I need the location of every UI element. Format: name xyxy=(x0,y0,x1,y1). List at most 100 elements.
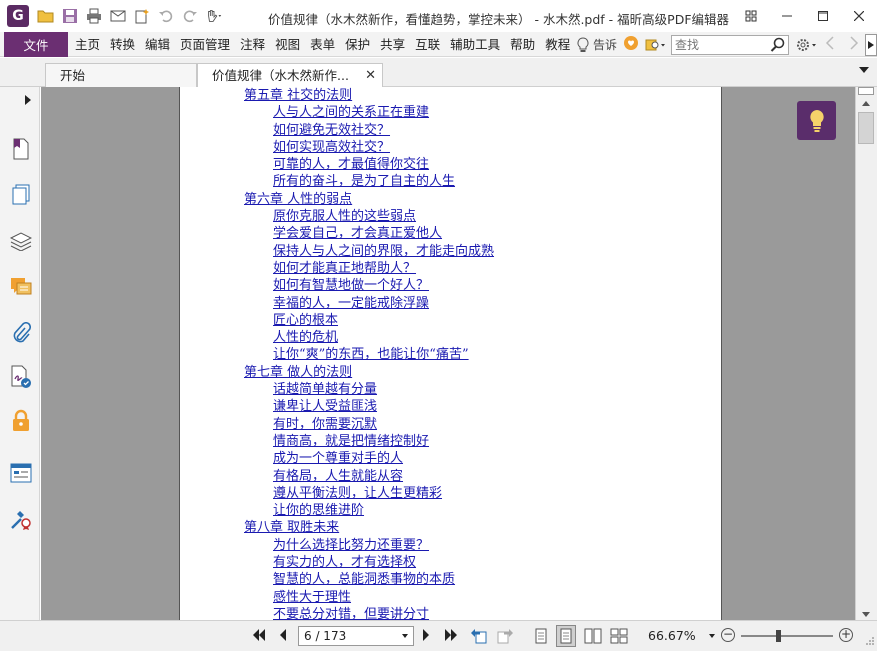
split-view-handle[interactable] xyxy=(858,87,874,95)
zoom-slider-thumb[interactable] xyxy=(775,630,781,642)
save-icon[interactable] xyxy=(61,7,79,25)
toc-section-link[interactable]: 感性大于理性 xyxy=(244,589,494,606)
toc-section-link[interactable]: 保持人与人之间的界限，才能走向成熟 xyxy=(244,243,494,260)
toc-section-link[interactable]: 话越简单越有分量 xyxy=(244,381,494,398)
layers-icon[interactable] xyxy=(9,229,33,253)
previous-page-icon[interactable] xyxy=(278,628,288,642)
signature-panel-icon[interactable] xyxy=(9,365,33,389)
next-view-icon[interactable] xyxy=(496,628,514,644)
toc-section-link[interactable]: 如何实现高效社交？ xyxy=(244,139,494,156)
toc-chapter-link[interactable]: 第八章 取胜未来 xyxy=(244,519,494,536)
menu-help[interactable]: 帮助 xyxy=(505,32,540,57)
toc-section-link[interactable]: 学会爱自己，才会真正爱他人 xyxy=(244,225,494,242)
search-field[interactable] xyxy=(671,34,789,55)
previous-view-icon[interactable] xyxy=(470,628,488,644)
open-folder-icon[interactable] xyxy=(37,7,55,25)
menu-tutorial[interactable]: 教程 xyxy=(540,32,575,57)
menu-organize[interactable]: 页面管理 xyxy=(175,32,235,57)
toc-section-link[interactable]: 如何有智慧地做一个好人？ xyxy=(244,277,494,294)
page-dropdown-icon[interactable] xyxy=(402,634,408,638)
print-icon[interactable] xyxy=(85,7,103,25)
toc-section-link[interactable]: 智慧的人，总能洞悉事物的本质 xyxy=(244,571,494,588)
certificate-tool-icon[interactable] xyxy=(9,507,33,531)
continuous-facing-view-icon[interactable] xyxy=(610,628,628,644)
email-icon[interactable] xyxy=(109,7,127,25)
ribbon-toggle-icon[interactable] xyxy=(733,0,769,32)
toc-section-link[interactable]: 可靠的人，才最值得你交往 xyxy=(244,156,494,173)
toc-section-link[interactable]: 让你的思维进阶 xyxy=(244,502,494,519)
toc-chapter-link[interactable]: 第七章 做人的法则 xyxy=(244,364,494,381)
first-page-icon[interactable] xyxy=(252,628,266,642)
settings-gear-icon[interactable] xyxy=(795,37,819,53)
facing-view-icon[interactable] xyxy=(584,628,602,644)
bookmark-icon[interactable] xyxy=(9,137,33,161)
toc-chapter-link[interactable]: 第五章 社交的法则 xyxy=(244,87,494,104)
search-icon[interactable] xyxy=(770,37,786,53)
menu-connect[interactable]: 互联 xyxy=(410,32,445,57)
feedback-icon[interactable] xyxy=(623,35,639,54)
tab-list-dropdown-icon[interactable] xyxy=(859,67,869,73)
new-icon[interactable] xyxy=(133,7,151,25)
tab-start[interactable]: 开始 xyxy=(45,63,197,88)
redo-icon[interactable] xyxy=(181,7,199,25)
toc-section-link[interactable]: 情商高，就是把情绪控制好 xyxy=(244,433,494,450)
toc-section-link[interactable]: 如何才能真正地帮助人？ xyxy=(244,260,494,277)
toc-section-link[interactable]: 有时，你需要沉默 xyxy=(244,416,494,433)
undo-icon[interactable] xyxy=(157,7,175,25)
close-icon[interactable]: ✕ xyxy=(365,64,376,87)
toc-section-link[interactable]: 原你克服人性的这些弱点 xyxy=(244,208,494,225)
page-thumbnails-icon[interactable] xyxy=(9,183,33,207)
menu-home[interactable]: 主页 xyxy=(70,32,105,57)
zoom-level[interactable]: 66.67% xyxy=(648,628,696,643)
toc-section-link[interactable]: 匠心的根本 xyxy=(244,312,494,329)
comments-icon[interactable] xyxy=(9,275,33,299)
minimize-button[interactable] xyxy=(769,0,805,32)
next-page-icon[interactable] xyxy=(421,628,431,642)
expand-panel-icon[interactable] xyxy=(25,95,31,105)
menu-share[interactable]: 共享 xyxy=(375,32,410,57)
toc-section-link[interactable]: 有格局，人生就能从容 xyxy=(244,468,494,485)
menu-form[interactable]: 表单 xyxy=(305,32,340,57)
continuous-view-icon[interactable] xyxy=(556,625,576,647)
security-lock-icon[interactable] xyxy=(9,409,33,433)
zoom-dropdown-icon[interactable] xyxy=(709,634,715,638)
toc-section-link[interactable]: 成为一个尊重对手的人 xyxy=(244,450,494,467)
menu-convert[interactable]: 转换 xyxy=(105,32,140,57)
close-button[interactable] xyxy=(841,0,877,32)
tab-document[interactable]: 价值规律（水木然新作... ✕ xyxy=(197,63,383,88)
single-page-view-icon[interactable] xyxy=(534,628,548,644)
tell-me[interactable]: 告诉 xyxy=(576,36,617,53)
vertical-scrollbar[interactable] xyxy=(855,87,877,620)
page-number-field[interactable]: 6 / 173 xyxy=(298,626,414,646)
toc-section-link[interactable]: 所有的奋斗，是为了自主的人生 xyxy=(244,173,494,190)
search-input[interactable] xyxy=(675,37,771,52)
last-page-icon[interactable] xyxy=(444,628,458,642)
menu-edit[interactable]: 编辑 xyxy=(140,32,175,57)
scroll-up-icon[interactable] xyxy=(862,101,870,106)
toc-section-link[interactable]: 让你“爽”的东西，也能让你“痛苦” xyxy=(244,346,494,363)
toc-section-link[interactable]: 幸福的人，一定能戒除浮躁 xyxy=(244,295,494,312)
zoom-slider-track[interactable] xyxy=(741,635,833,637)
menu-view[interactable]: 视图 xyxy=(270,32,305,57)
hand-tool-icon[interactable] xyxy=(205,7,223,25)
nav-back-icon[interactable] xyxy=(823,35,837,54)
maximize-button[interactable] xyxy=(805,0,841,32)
resize-grip-icon[interactable] xyxy=(865,635,875,649)
toc-section-link[interactable]: 人性的危机 xyxy=(244,329,494,346)
toc-section-link[interactable]: 如何避免无效社交？ xyxy=(244,122,494,139)
toc-section-link[interactable]: 有实力的人，才有选择权 xyxy=(244,554,494,571)
nav-forward-icon[interactable] xyxy=(847,35,861,54)
ribbon-expand-icon[interactable] xyxy=(865,33,877,56)
scrollbar-thumb[interactable] xyxy=(858,112,874,144)
file-menu[interactable]: 文件 xyxy=(4,31,68,57)
toc-section-link[interactable]: 谦卑让人受益匪浅 xyxy=(244,398,494,415)
toc-section-link[interactable]: 为什么选择比努力还重要？ xyxy=(244,537,494,554)
scroll-down-icon[interactable] xyxy=(862,612,870,617)
content-panel-icon[interactable] xyxy=(9,461,33,485)
menu-accessibility[interactable]: 辅助工具 xyxy=(445,32,505,57)
menu-protect[interactable]: 保护 xyxy=(340,32,375,57)
toc-section-link[interactable]: 遵从平衡法则，让人生更精彩 xyxy=(244,485,494,502)
tips-lightbulb-button[interactable] xyxy=(797,101,836,140)
attachments-icon[interactable] xyxy=(9,321,33,345)
toc-section-link[interactable]: 人与人之间的关系正在重建 xyxy=(244,104,494,121)
